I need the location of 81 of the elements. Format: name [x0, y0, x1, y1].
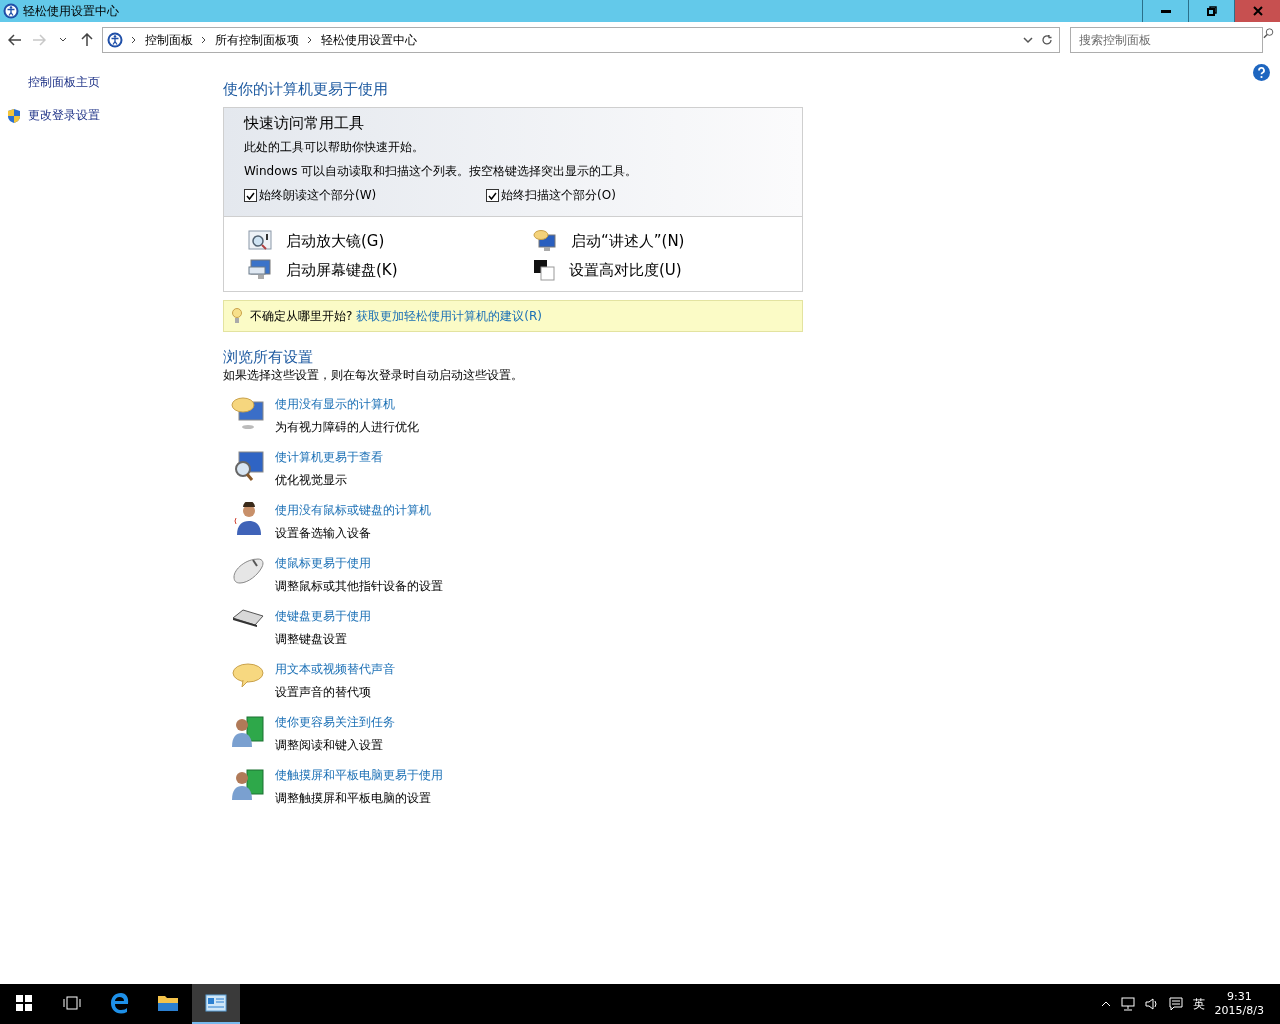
chevron-right-icon	[201, 36, 207, 44]
setting-description: 调整阅读和键入设置	[275, 737, 384, 754]
close-button[interactable]	[1234, 0, 1280, 22]
setting-link[interactable]: 使用没有鼠标或键盘的计算机	[275, 502, 431, 519]
setting-link[interactable]: 使用没有显示的计算机	[275, 396, 419, 413]
window-title: 轻松使用设置中心	[23, 2, 120, 20]
section-description: 如果选择这些设置，则在每次登录时自动启动这些设置。	[223, 367, 524, 384]
mouse-icon	[231, 555, 265, 585]
keyboard-icon	[231, 608, 265, 628]
input-method-indicator[interactable]: 英	[1192, 995, 1205, 1013]
tool-link[interactable]: 启动放大镜(G)	[286, 231, 385, 251]
network-icon[interactable]	[1120, 997, 1135, 1011]
tool-link[interactable]: 启动“讲述人”(N)	[571, 231, 685, 251]
setting-link[interactable]: 使键盘更易于使用	[275, 608, 371, 625]
windows-logo-icon	[16, 995, 32, 1011]
control-panel-icon	[205, 994, 227, 1012]
setting-link[interactable]: 使鼠标更易于使用	[275, 555, 443, 572]
breadcrumb[interactable]: 所有控制面板项	[215, 31, 299, 49]
folder-icon	[157, 993, 179, 1013]
chevron-right-icon	[307, 36, 313, 44]
setting-description: 优化视觉显示	[275, 472, 348, 489]
address-bar[interactable]: 控制面板 所有控制面板项 轻松使用设置中心	[102, 27, 1060, 53]
panel-title: 快速访问常用工具	[244, 114, 365, 133]
monitor-speech-icon	[533, 229, 557, 253]
minimize-icon	[1160, 9, 1171, 13]
chevron-right-icon	[131, 36, 137, 44]
checkbox-label: 始终扫描这个部分(O)	[501, 187, 616, 204]
lightbulb-icon	[232, 308, 242, 324]
setting-link[interactable]: 使计算机更易于查看	[275, 449, 383, 466]
accessibility-icon	[107, 32, 123, 48]
accessibility-icon	[3, 3, 19, 19]
back-arrow-icon	[8, 34, 22, 46]
setting-description: 设置备选输入设备	[275, 525, 372, 542]
shield-icon	[6, 107, 22, 124]
setting-link[interactable]: 使你更容易关注到任务	[275, 714, 395, 731]
checkbox[interactable]	[244, 189, 257, 202]
setting-description: 调整鼠标或其他指针设备的设置	[275, 578, 443, 595]
speech-bubble-icon	[231, 661, 265, 689]
person-book-icon	[231, 714, 265, 748]
up-arrow-icon	[81, 33, 93, 47]
breadcrumb[interactable]: 控制面板	[145, 31, 193, 49]
setting-description: 调整触摸屏和平板电脑的设置	[275, 790, 432, 807]
taskbar-app[interactable]	[192, 984, 240, 1024]
page-heading: 使你的计算机更易于使用	[223, 80, 389, 99]
browser-e-icon	[109, 992, 131, 1014]
notification-icon[interactable]	[1168, 997, 1183, 1011]
sidebar-link[interactable]: 控制面板主页	[0, 74, 215, 91]
setting-description: 设置声音的替代项	[275, 684, 372, 701]
monitor-speech-icon	[231, 396, 265, 430]
person-headset-icon	[233, 502, 263, 536]
caret-down-icon	[59, 37, 67, 43]
keyboard-monitor-icon	[248, 259, 272, 281]
magnifier-icon	[248, 230, 272, 252]
tip-text: 不确定从哪里开始? 获取更加轻松使用计算机的建议(R)	[250, 307, 542, 325]
restore-icon	[1206, 6, 1217, 16]
panel-text: 此处的工具可以帮助你快速开始。	[244, 139, 425, 156]
sidebar-link[interactable]: 更改登录设置	[0, 107, 215, 124]
clock[interactable]: 9:31 2015/8/3	[1214, 990, 1264, 1018]
close-icon	[1252, 6, 1263, 16]
tip-link[interactable]: 获取更加轻松使用计算机的建议(R)	[356, 308, 542, 323]
forward-arrow-icon	[32, 34, 46, 46]
task-view-icon	[62, 995, 82, 1011]
dropdown-caret-icon[interactable]	[1023, 36, 1033, 44]
setting-description: 调整键盘设置	[275, 631, 348, 648]
setting-link[interactable]: 用文本或视频替代声音	[275, 661, 395, 678]
search-icon	[1262, 27, 1274, 39]
chevron-up-icon[interactable]	[1100, 1001, 1111, 1007]
refresh-icon[interactable]	[1041, 34, 1053, 46]
tool-link[interactable]: 启动屏幕键盘(K)	[286, 260, 398, 280]
panel-text: Windows 可以自动读取和扫描这个列表。按空格键选择突出显示的工具。	[244, 163, 639, 180]
checkbox-label: 始终朗读这个部分(W)	[259, 187, 377, 204]
setting-description: 为有视力障碍的人进行优化	[275, 419, 419, 436]
tool-link[interactable]: 设置高对比度(U)	[569, 260, 682, 280]
checkbox[interactable]	[486, 189, 499, 202]
contrast-icon	[533, 259, 555, 281]
breadcrumb[interactable]: 轻松使用设置中心	[321, 31, 417, 49]
help-icon[interactable]	[1253, 64, 1270, 81]
setting-link[interactable]: 使触摸屏和平板电脑更易于使用	[275, 767, 443, 784]
person-book-icon	[231, 767, 265, 801]
section-heading: 浏览所有设置	[223, 348, 314, 367]
speaker-icon[interactable]	[1144, 997, 1159, 1011]
